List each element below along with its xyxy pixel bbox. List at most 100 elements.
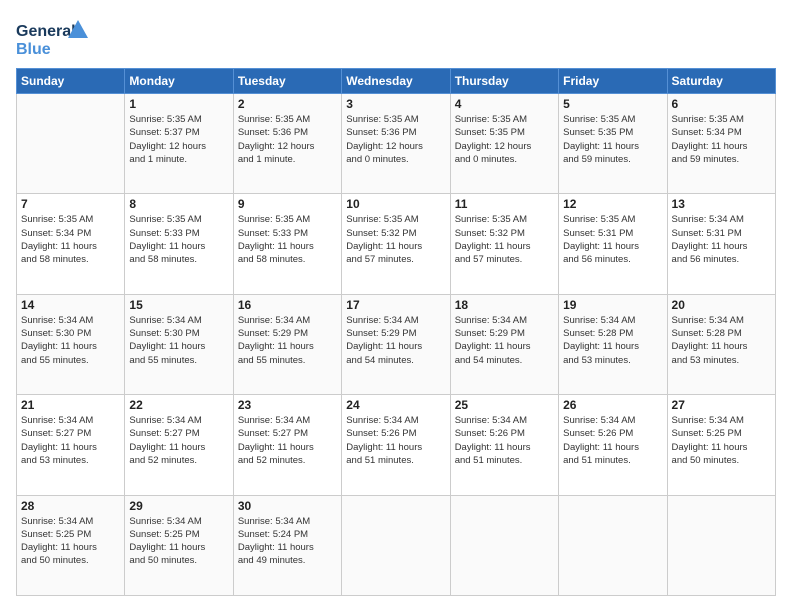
day-number: 26 <box>563 398 662 412</box>
week-row-2: 7Sunrise: 5:35 AMSunset: 5:34 PMDaylight… <box>17 194 776 294</box>
day-number: 20 <box>672 298 771 312</box>
day-info: Sunrise: 5:35 AMSunset: 5:36 PMDaylight:… <box>346 113 445 166</box>
day-cell-13: 13Sunrise: 5:34 AMSunset: 5:31 PMDayligh… <box>667 194 775 294</box>
day-number: 8 <box>129 197 228 211</box>
day-number: 27 <box>672 398 771 412</box>
day-number: 12 <box>563 197 662 211</box>
day-number: 17 <box>346 298 445 312</box>
week-row-4: 21 Sunrise: 5:34 AMSunset: 5:27 PMDayligh… <box>17 395 776 495</box>
day-info: Sunrise: 5:35 AMSunset: 5:35 PMDaylight:… <box>563 113 662 166</box>
day-info: Sunrise: 5:34 AMSunset: 5:25 PMDaylight:… <box>672 414 771 467</box>
day-number: 10 <box>346 197 445 211</box>
weekday-tuesday: Tuesday <box>233 69 341 94</box>
day-number: 30 <box>238 499 337 513</box>
day-cell-7: 7Sunrise: 5:35 AMSunset: 5:34 PMDaylight… <box>17 194 125 294</box>
day-cell-23: 23Sunrise: 5:34 AMSunset: 5:27 PMDayligh… <box>233 395 341 495</box>
day-cell-1: 1 Sunrise: 5:35 AMSunset: 5:37 PMDaylight… <box>125 94 233 194</box>
day-number: 18 <box>455 298 554 312</box>
day-info: Sunrise: 5:34 AMSunset: 5:26 PMDaylight:… <box>455 414 554 467</box>
weekday-friday: Friday <box>559 69 667 94</box>
day-number: 24 <box>346 398 445 412</box>
day-cell-20: 20 Sunrise: 5:34 AMSunset: 5:28 PMDayligh… <box>667 294 775 394</box>
week-row-1: 1 Sunrise: 5:35 AMSunset: 5:37 PMDaylight… <box>17 94 776 194</box>
day-number: 5 <box>563 97 662 111</box>
day-number: 11 <box>455 197 554 211</box>
day-number: 28 <box>21 499 120 513</box>
day-cell-26: 26 Sunrise: 5:34 AMSunset: 5:26 PMDayligh… <box>559 395 667 495</box>
weekday-header-row: SundayMondayTuesdayWednesdayThursdayFrid… <box>17 69 776 94</box>
day-info: Sunrise: 5:34 AMSunset: 5:26 PMDaylight:… <box>346 414 445 467</box>
day-cell-12: 12Sunrise: 5:35 AMSunset: 5:31 PMDayligh… <box>559 194 667 294</box>
day-cell-8: 8Sunrise: 5:35 AMSunset: 5:33 PMDaylight… <box>125 194 233 294</box>
day-info: Sunrise: 5:34 AMSunset: 5:29 PMDaylight:… <box>238 314 337 367</box>
day-info: Sunrise: 5:34 AMSunset: 5:31 PMDaylight:… <box>672 213 771 266</box>
day-cell-18: 18 Sunrise: 5:34 AMSunset: 5:29 PMDayligh… <box>450 294 558 394</box>
day-info: Sunrise: 5:35 AMSunset: 5:37 PMDaylight:… <box>129 113 228 166</box>
empty-cell <box>667 495 775 595</box>
weekday-monday: Monday <box>125 69 233 94</box>
day-info: Sunrise: 5:35 AMSunset: 5:34 PMDaylight:… <box>672 113 771 166</box>
day-info: Sunrise: 5:35 AMSunset: 5:36 PMDaylight:… <box>238 113 337 166</box>
day-cell-10: 10 Sunrise: 5:35 AMSunset: 5:32 PMDayligh… <box>342 194 450 294</box>
day-number: 14 <box>21 298 120 312</box>
weekday-sunday: Sunday <box>17 69 125 94</box>
day-cell-5: 5 Sunrise: 5:35 AMSunset: 5:35 PMDaylight… <box>559 94 667 194</box>
day-info: Sunrise: 5:34 AMSunset: 5:30 PMDaylight:… <box>21 314 120 367</box>
day-number: 2 <box>238 97 337 111</box>
day-cell-27: 27 Sunrise: 5:34 AMSunset: 5:25 PMDayligh… <box>667 395 775 495</box>
day-info: Sunrise: 5:34 AMSunset: 5:27 PMDaylight:… <box>21 414 120 467</box>
weekday-saturday: Saturday <box>667 69 775 94</box>
logo: GeneralBlue <box>16 16 96 60</box>
day-cell-4: 4 Sunrise: 5:35 AMSunset: 5:35 PMDaylight… <box>450 94 558 194</box>
day-cell-15: 15Sunrise: 5:34 AMSunset: 5:30 PMDayligh… <box>125 294 233 394</box>
day-number: 25 <box>455 398 554 412</box>
day-cell-16: 16 Sunrise: 5:34 AMSunset: 5:29 PMDayligh… <box>233 294 341 394</box>
weekday-wednesday: Wednesday <box>342 69 450 94</box>
day-number: 16 <box>238 298 337 312</box>
page: GeneralBlue SundayMondayTuesdayWednesday… <box>0 0 792 612</box>
day-cell-9: 9Sunrise: 5:35 AMSunset: 5:33 PMDaylight… <box>233 194 341 294</box>
empty-cell <box>559 495 667 595</box>
day-cell-17: 17Sunrise: 5:34 AMSunset: 5:29 PMDayligh… <box>342 294 450 394</box>
day-number: 15 <box>129 298 228 312</box>
calendar-table: SundayMondayTuesdayWednesdayThursdayFrid… <box>16 68 776 596</box>
day-cell-6: 6Sunrise: 5:35 AMSunset: 5:34 PMDaylight… <box>667 94 775 194</box>
day-cell-3: 3 Sunrise: 5:35 AMSunset: 5:36 PMDaylight… <box>342 94 450 194</box>
day-info: Sunrise: 5:35 AMSunset: 5:32 PMDaylight:… <box>346 213 445 266</box>
day-cell-22: 22Sunrise: 5:34 AMSunset: 5:27 PMDayligh… <box>125 395 233 495</box>
week-row-5: 28 Sunrise: 5:34 AMSunset: 5:25 PMDayligh… <box>17 495 776 595</box>
day-number: 4 <box>455 97 554 111</box>
empty-cell <box>17 94 125 194</box>
header: GeneralBlue <box>16 16 776 60</box>
svg-text:Blue: Blue <box>16 41 51 58</box>
empty-cell <box>450 495 558 595</box>
day-info: Sunrise: 5:34 AMSunset: 5:25 PMDaylight:… <box>129 515 228 568</box>
day-cell-28: 28 Sunrise: 5:34 AMSunset: 5:25 PMDayligh… <box>17 495 125 595</box>
day-info: Sunrise: 5:35 AMSunset: 5:35 PMDaylight:… <box>455 113 554 166</box>
day-number: 3 <box>346 97 445 111</box>
day-info: Sunrise: 5:34 AMSunset: 5:27 PMDaylight:… <box>129 414 228 467</box>
day-info: Sunrise: 5:34 AMSunset: 5:26 PMDaylight:… <box>563 414 662 467</box>
weekday-thursday: Thursday <box>450 69 558 94</box>
day-number: 1 <box>129 97 228 111</box>
day-info: Sunrise: 5:34 AMSunset: 5:25 PMDaylight:… <box>21 515 120 568</box>
day-cell-14: 14 Sunrise: 5:34 AMSunset: 5:30 PMDayligh… <box>17 294 125 394</box>
day-info: Sunrise: 5:34 AMSunset: 5:27 PMDaylight:… <box>238 414 337 467</box>
day-number: 29 <box>129 499 228 513</box>
day-number: 9 <box>238 197 337 211</box>
day-info: Sunrise: 5:35 AMSunset: 5:32 PMDaylight:… <box>455 213 554 266</box>
day-number: 21 <box>21 398 120 412</box>
day-cell-2: 2 Sunrise: 5:35 AMSunset: 5:36 PMDaylight… <box>233 94 341 194</box>
day-cell-24: 24 Sunrise: 5:34 AMSunset: 5:26 PMDayligh… <box>342 395 450 495</box>
svg-text:General: General <box>16 23 76 40</box>
day-cell-29: 29 Sunrise: 5:34 AMSunset: 5:25 PMDayligh… <box>125 495 233 595</box>
day-info: Sunrise: 5:35 AMSunset: 5:34 PMDaylight:… <box>21 213 120 266</box>
day-info: Sunrise: 5:34 AMSunset: 5:28 PMDaylight:… <box>672 314 771 367</box>
week-row-3: 14 Sunrise: 5:34 AMSunset: 5:30 PMDayligh… <box>17 294 776 394</box>
day-cell-30: 30Sunrise: 5:34 AMSunset: 5:24 PMDayligh… <box>233 495 341 595</box>
day-info: Sunrise: 5:34 AMSunset: 5:29 PMDaylight:… <box>455 314 554 367</box>
day-cell-19: 19 Sunrise: 5:34 AMSunset: 5:28 PMDayligh… <box>559 294 667 394</box>
day-number: 19 <box>563 298 662 312</box>
day-info: Sunrise: 5:34 AMSunset: 5:28 PMDaylight:… <box>563 314 662 367</box>
day-cell-21: 21 Sunrise: 5:34 AMSunset: 5:27 PMDayligh… <box>17 395 125 495</box>
